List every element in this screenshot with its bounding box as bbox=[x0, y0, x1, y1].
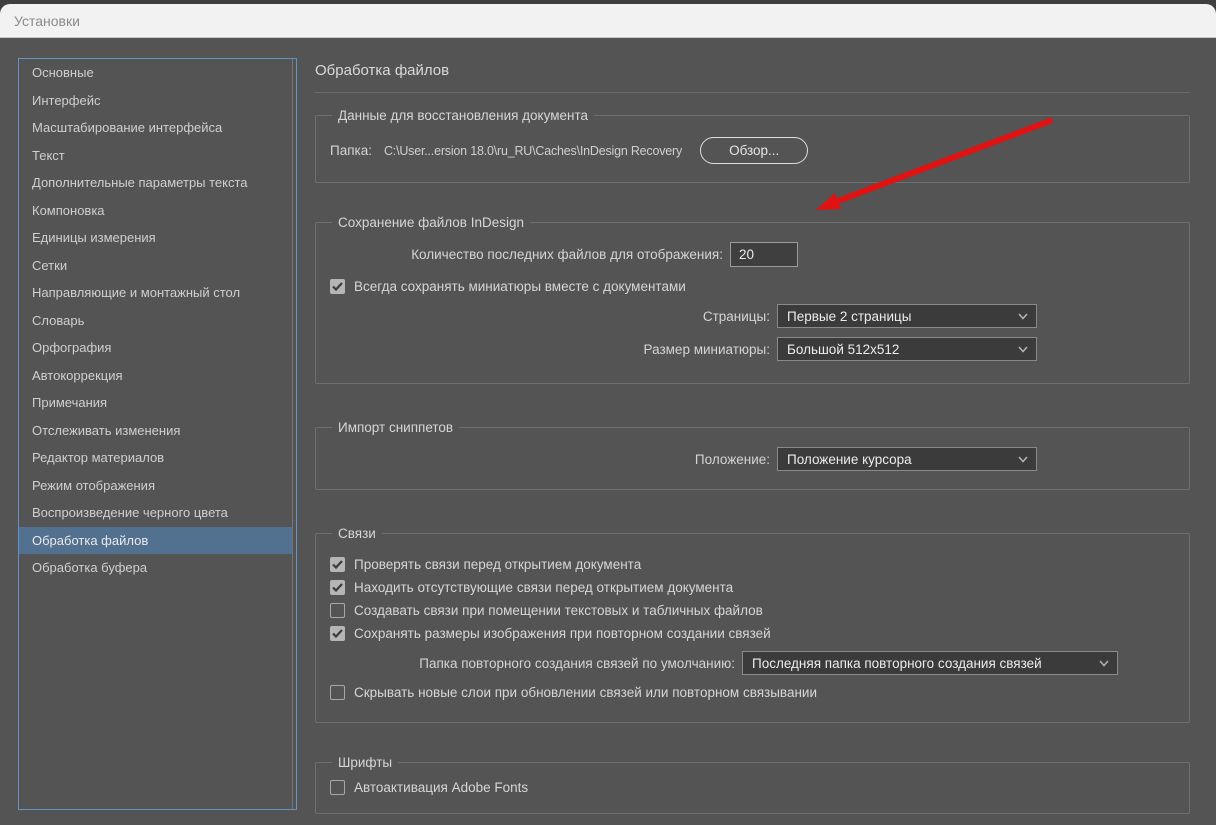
saving-group-legend: Сохранение файлов InDesign bbox=[338, 215, 524, 230]
preserve-dimensions-checkbox[interactable] bbox=[330, 626, 345, 641]
sidebar-item-ui-scaling[interactable]: Масштабирование интерфейса bbox=[19, 114, 292, 142]
pages-dropdown[interactable]: Первые 2 страницы bbox=[777, 304, 1037, 328]
sidebar-item-file-handling[interactable]: Обработка файлов bbox=[19, 526, 292, 554]
adobe-fonts-row: Автоактивация Adobe Fonts bbox=[330, 780, 1175, 795]
links-group-legend: Связи bbox=[338, 526, 376, 541]
create-links-label: Создавать связи при помещении текстовых … bbox=[354, 603, 763, 618]
links-group: Связи Проверять связи перед открытием до… bbox=[315, 526, 1190, 723]
adobe-fonts-label: Автоактивация Adobe Fonts bbox=[354, 780, 529, 795]
file-handling-panel: Обработка файлов Данные для восстановлен… bbox=[315, 38, 1190, 814]
chevron-down-icon bbox=[1018, 346, 1028, 353]
sidebar-item-notes[interactable]: Примечания bbox=[19, 389, 292, 417]
adobe-fonts-checkbox[interactable] bbox=[330, 780, 345, 795]
page-title: Обработка файлов bbox=[315, 62, 1190, 93]
sidebar-item-autocorrect[interactable]: Автокоррекция bbox=[19, 362, 292, 390]
create-links-checkbox[interactable] bbox=[330, 603, 345, 618]
titlebar: Установки bbox=[0, 4, 1216, 38]
pages-label: Страницы: bbox=[702, 308, 770, 324]
snippet-import-legend: Импорт сниппетов bbox=[338, 420, 454, 435]
thumbnails-checkbox-label: Всегда сохранять миниатюры вместе с доку… bbox=[354, 279, 686, 294]
thumb-size-dropdown-value: Большой 512x512 bbox=[787, 341, 900, 357]
preserve-dimensions-row: Сохранять размеры изображения при повтор… bbox=[330, 626, 1175, 641]
sidebar-item-grids[interactable]: Сетки bbox=[19, 252, 292, 280]
relink-folder-dropdown-value: Последняя папка повторного создания связ… bbox=[752, 655, 1042, 671]
sidebar-item-display-performance[interactable]: Режим отображения bbox=[19, 472, 292, 500]
dialog-title: Установки bbox=[14, 12, 80, 29]
sidebar-item-general[interactable]: Основные bbox=[19, 59, 292, 87]
thumbnails-checkbox-row: Всегда сохранять миниатюры вместе с доку… bbox=[330, 279, 1175, 294]
sidebar-item-clipboard-handling[interactable]: Обработка буфера bbox=[19, 554, 292, 582]
dialog-body: Основные Интерфейс Масштабирование интер… bbox=[0, 38, 1216, 824]
saving-group: Сохранение файлов InDesign Количество по… bbox=[315, 215, 1190, 384]
snippet-import-group: Импорт сниппетов Положение: Положение ку… bbox=[315, 420, 1190, 490]
check-icon bbox=[332, 629, 343, 638]
hide-new-layers-label: Скрывать новые слои при обновлении связе… bbox=[354, 685, 817, 700]
check-links-label: Проверять связи перед открытием документ… bbox=[354, 557, 642, 572]
snippet-position-dropdown-value: Положение курсора bbox=[787, 451, 912, 467]
recovery-group-legend: Данные для восстановления документа bbox=[338, 108, 589, 123]
find-missing-links-label: Находить отсутствующие связи перед откры… bbox=[354, 580, 734, 595]
sidebar-item-story-editor[interactable]: Редактор материалов bbox=[19, 444, 292, 472]
thumbnails-checkbox[interactable] bbox=[330, 279, 345, 294]
recovery-folder-label: Папка: bbox=[330, 143, 372, 158]
preferences-category-list: Основные Интерфейс Масштабирование интер… bbox=[18, 58, 297, 810]
check-icon bbox=[332, 560, 343, 569]
check-links-checkbox[interactable] bbox=[330, 557, 345, 572]
snippet-position-dropdown[interactable]: Положение курсора bbox=[777, 447, 1037, 471]
sidebar-item-black-appearance[interactable]: Воспроизведение черного цвета bbox=[19, 499, 292, 527]
check-icon bbox=[332, 282, 343, 291]
fonts-group-legend: Шрифты bbox=[338, 755, 393, 770]
hide-new-layers-checkbox[interactable] bbox=[330, 685, 345, 700]
sidebar-item-dictionary[interactable]: Словарь bbox=[19, 307, 292, 335]
browse-button[interactable]: Обзор... bbox=[700, 137, 809, 164]
thumb-size-label: Размер миниатюры: bbox=[643, 341, 770, 357]
hide-new-layers-row: Скрывать новые слои при обновлении связе… bbox=[330, 685, 1175, 700]
find-missing-links-row: Находить отсутствующие связи перед откры… bbox=[330, 580, 1175, 595]
create-links-row: Создавать связи при помещении текстовых … bbox=[330, 603, 1175, 618]
check-links-row: Проверять связи перед открытием документ… bbox=[330, 557, 1175, 572]
sidebar-item-composition[interactable]: Компоновка bbox=[19, 197, 292, 225]
sidebar-item-advanced-type[interactable]: Дополнительные параметры текста bbox=[19, 169, 292, 197]
chevron-down-icon bbox=[1018, 456, 1028, 463]
chevron-down-icon bbox=[1099, 660, 1109, 667]
find-missing-links-checkbox[interactable] bbox=[330, 580, 345, 595]
recent-files-label: Количество последних файлов для отображе… bbox=[411, 247, 723, 262]
snippet-position-label: Положение: bbox=[694, 451, 770, 467]
sidebar-item-track-changes[interactable]: Отслеживать изменения bbox=[19, 417, 292, 445]
relink-folder-label: Папка повторного создания связей по умол… bbox=[419, 655, 735, 671]
pages-dropdown-value: Первые 2 страницы bbox=[787, 308, 912, 324]
fonts-group: Шрифты Автоактивация Adobe Fonts bbox=[315, 755, 1190, 814]
check-icon bbox=[332, 583, 343, 592]
sidebar-item-interface[interactable]: Интерфейс bbox=[19, 87, 292, 115]
sidebar-scroll-gutter bbox=[292, 59, 293, 809]
preserve-dimensions-label: Сохранять размеры изображения при повтор… bbox=[354, 626, 771, 641]
relink-folder-dropdown[interactable]: Последняя папка повторного создания связ… bbox=[742, 651, 1118, 675]
recovery-folder-path: C:\User...ersion 18.0\ru_RU\Caches\InDes… bbox=[383, 143, 683, 158]
preferences-dialog: Установки Основные Интерфейс Масштабиров… bbox=[0, 4, 1216, 825]
sidebar-item-units[interactable]: Единицы измерения bbox=[19, 224, 292, 252]
chevron-down-icon bbox=[1018, 313, 1028, 320]
sidebar-item-type[interactable]: Текст bbox=[19, 142, 292, 170]
thumb-size-dropdown[interactable]: Большой 512x512 bbox=[777, 337, 1037, 361]
sidebar-item-guides-pasteboard[interactable]: Направляющие и монтажный стол bbox=[19, 279, 292, 307]
recovery-group: Данные для восстановления документа Папк… bbox=[315, 108, 1190, 183]
sidebar-item-spelling[interactable]: Орфография bbox=[19, 334, 292, 362]
recent-files-input[interactable] bbox=[730, 242, 798, 267]
